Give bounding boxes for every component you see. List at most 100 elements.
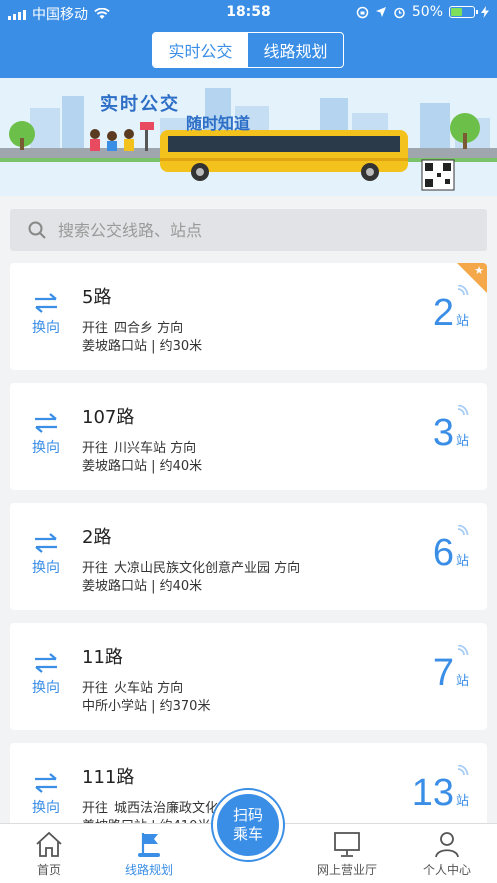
destination: 火车站 (114, 681, 154, 696)
towards-label: 开往 (82, 681, 109, 696)
tab-route-planning-nav[interactable]: 线路规划 (104, 830, 194, 878)
charging-icon (481, 6, 489, 18)
route-name: 11路 (82, 647, 123, 668)
scan-label-bottom: 乘车 (232, 825, 263, 843)
swap-label: 换向 (32, 440, 60, 456)
tab-online-office[interactable]: 网上营业厅 (302, 830, 392, 878)
route-direction: 开往 川兴车站 方向 (82, 437, 196, 456)
stops-away: 6站 (432, 525, 469, 574)
towards-label: 开往 (82, 321, 109, 336)
route-name: 111路 (82, 767, 135, 788)
destination: 川兴车站 (114, 441, 167, 456)
route-card[interactable]: 换向 2路开往 大凉山民族文化创意产业园 方向姜坡路口站 | 约40米 6 站 (10, 503, 487, 610)
tab-profile-label: 个人中心 (422, 863, 471, 877)
swap-direction-button[interactable]: 换向 (28, 293, 64, 337)
destination: 大凉山民族文化创意产业园 (114, 561, 271, 576)
swap-label: 换向 (32, 800, 60, 816)
route-direction: 开往 火车站 方向 (82, 677, 183, 696)
flag-icon (138, 833, 160, 857)
alarm-icon (394, 7, 405, 18)
stops-away-count: 13 (411, 772, 454, 814)
stops-away: 7站 (432, 645, 469, 694)
swap-arrows-icon (35, 413, 57, 433)
swap-arrows-icon (35, 773, 57, 793)
rotation-lock-icon (356, 6, 369, 18)
monitor-icon (334, 832, 360, 857)
direction-label: 方向 (157, 321, 184, 336)
star-icon: ★ (474, 264, 484, 277)
tab-office-label: 网上营业厅 (316, 863, 377, 877)
scan-label-top: 扫码 (232, 806, 263, 824)
nearest-stop: 中所小学站 | 约370米 (82, 699, 211, 714)
stops-away: 2站 (432, 285, 469, 334)
stops-away-count: 7 (432, 652, 454, 694)
user-icon (435, 832, 459, 858)
direction-label: 方向 (157, 681, 184, 696)
tab-profile[interactable]: 个人中心 (402, 830, 492, 878)
tab-realtime[interactable]: 实时公交 (153, 33, 248, 67)
nearest-stop: 姜坡路口站 | 约40米 (82, 579, 203, 594)
nearest-stop: 姜坡路口站 | 约410米 (82, 815, 210, 823)
promo-banner[interactable]: 实时公交 随时知道 (0, 78, 497, 196)
stops-away-count: 2 (432, 292, 454, 334)
nearby-route-list: ★ 换向 5路 开往 四合乡 方向 姜坡路口站 | 约30米 2 站换向 107路 开往 川兴车站 … (10, 263, 487, 823)
stops-unit: 站 (455, 314, 469, 329)
direction-label: 方向 (170, 441, 197, 456)
home-icon (36, 831, 62, 857)
stops-away: 13 站 (411, 765, 469, 814)
route-direction: 开往 四合乡 方向 (82, 317, 183, 336)
tab-planning-label: 线路规划 (124, 863, 173, 877)
route-name: 5路 (82, 287, 112, 308)
mode-switch: 实时公交 线路规划 (152, 32, 344, 68)
location-icon (375, 7, 386, 17)
towards-label: 开往 (82, 441, 109, 456)
tab-route-planning[interactable]: 线路规划 (248, 33, 343, 67)
towards-label: 开往 (82, 561, 109, 576)
banner-title: 实时公交 (100, 94, 180, 115)
search-input[interactable] (58, 220, 458, 240)
swap-label: 换向 (32, 320, 60, 336)
swap-direction-button[interactable]: 换向 (28, 773, 64, 817)
tab-home[interactable]: 首页 (4, 830, 94, 878)
swap-label: 换向 (32, 680, 60, 696)
search-bar[interactable] (10, 209, 487, 251)
scan-to-ride-button[interactable]: 扫码 乘车 (213, 790, 283, 860)
stops-unit: 站 (455, 674, 469, 689)
status-bar: 中国移动 18:58 50% (0, 0, 497, 26)
stops-away: 3站 (432, 405, 469, 454)
route-card[interactable]: 换向 107路开往 川兴车站 方向姜坡路口站 | 约40米 3 站 (10, 383, 487, 490)
route-card[interactable]: ★ 换向 5路开往 四合乡 方向姜坡路口站 | 约30米 2 站 (10, 263, 487, 370)
realtime-signal-icon (457, 525, 469, 536)
realtime-signal-icon (457, 645, 469, 656)
swap-arrows-icon (35, 293, 57, 313)
search-icon (28, 221, 46, 239)
realtime-signal-icon (457, 765, 469, 776)
swap-arrows-icon (35, 533, 57, 553)
tab-home-label: 首页 (36, 863, 61, 877)
towards-label: 开往 (82, 801, 109, 816)
nearest-stop: 姜坡路口站 | 约40米 (82, 459, 203, 474)
direction-label: 方向 (274, 561, 301, 576)
route-direction: 开往 大凉山民族文化创意产业园 方向 (82, 557, 300, 576)
battery-icon (449, 6, 478, 18)
route-name: 2路 (82, 527, 112, 548)
stops-away-count: 6 (432, 532, 454, 574)
city-bus-illustration (0, 88, 497, 191)
swap-label: 换向 (32, 560, 60, 576)
realtime-signal-icon (457, 285, 469, 296)
swap-direction-button[interactable]: 换向 (28, 653, 64, 697)
stops-unit: 站 (455, 434, 469, 449)
swap-direction-button[interactable]: 换向 (28, 413, 64, 457)
stops-unit: 站 (455, 554, 469, 569)
nearest-stop: 姜坡路口站 | 约30米 (82, 339, 203, 354)
destination: 四合乡 (114, 321, 154, 336)
realtime-signal-icon (457, 405, 469, 416)
stops-away-count: 3 (432, 412, 454, 454)
swap-arrows-icon (35, 653, 57, 673)
stops-unit: 站 (455, 794, 469, 809)
swap-direction-button[interactable]: 换向 (28, 533, 64, 577)
route-card[interactable]: 换向 11路开往 火车站 方向中所小学站 | 约370米 7 站 (10, 623, 487, 730)
route-name: 107路 (82, 407, 135, 428)
header: 中国移动 18:58 50% 实时公交 线路规划 (0, 0, 497, 78)
battery-percent: 50% (411, 4, 443, 20)
